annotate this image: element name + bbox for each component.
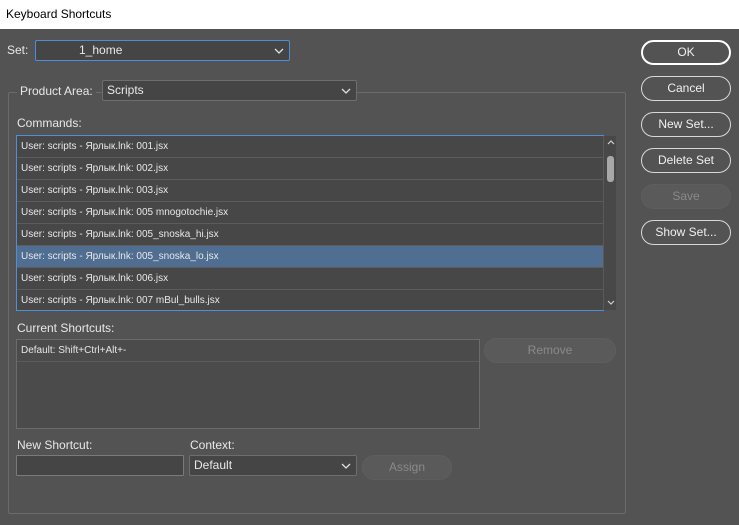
product-area-label: Product Area:	[17, 84, 96, 98]
current-shortcuts-label: Current Shortcuts:	[17, 321, 115, 335]
commands-label: Commands:	[17, 116, 82, 130]
set-label: Set:	[7, 43, 29, 57]
set-dropdown[interactable]: 1_home	[35, 40, 290, 61]
new-set-button[interactable]: New Set...	[641, 112, 731, 137]
context-dropdown[interactable]: Default	[189, 455, 357, 476]
remove-button[interactable]: Remove	[484, 338, 616, 363]
product-area-dropdown[interactable]: Scripts	[102, 80, 357, 101]
chevron-down-icon	[341, 463, 351, 469]
window-title: Keyboard Shortcuts	[0, 0, 739, 29]
scroll-down-icon[interactable]	[607, 300, 615, 306]
command-item[interactable]: User: scripts - Ярлык.lnk: 007 mBul_bull…	[17, 290, 603, 310]
scroll-up-icon[interactable]	[607, 139, 615, 145]
command-item[interactable]: User: scripts - Ярлык.lnk: 003.jsx	[17, 180, 603, 202]
commands-list[interactable]: User: scripts - Ярлык.lnk: 001.jsx User:…	[16, 135, 604, 311]
scrollbar-thumb[interactable]	[607, 156, 614, 182]
command-item[interactable]: User: scripts - Ярлык.lnk: 005 mnogotoch…	[17, 202, 603, 224]
command-item[interactable]: User: scripts - Ярлык.lnk: 006.jsx	[17, 268, 603, 290]
current-shortcuts-list[interactable]: Default: Shift+Ctrl+Alt+-	[16, 339, 480, 429]
set-value: 1_home	[79, 43, 123, 57]
command-item[interactable]: User: scripts - Ярлык.lnk: 005_snoska_hi…	[17, 224, 603, 246]
command-item[interactable]: User: scripts - Ярлык.lnk: 001.jsx	[17, 136, 603, 158]
show-set-button[interactable]: Show Set...	[641, 220, 731, 245]
assign-button[interactable]: Assign	[362, 455, 452, 480]
chevron-down-icon	[341, 88, 351, 94]
command-item[interactable]: User: scripts - Ярлык.lnk: 002.jsx	[17, 158, 603, 180]
delete-set-button[interactable]: Delete Set	[641, 148, 731, 173]
shortcut-item[interactable]: Default: Shift+Ctrl+Alt+-	[17, 340, 479, 362]
product-area-value: Scripts	[107, 83, 144, 97]
ok-button[interactable]: OK	[641, 40, 731, 65]
new-shortcut-label: New Shortcut:	[17, 438, 93, 452]
commands-scrollbar[interactable]	[603, 136, 616, 310]
chevron-down-icon	[274, 48, 284, 54]
context-value: Default	[194, 458, 233, 472]
command-item-selected[interactable]: User: scripts - Ярлык.lnk: 005_snoska_lo…	[17, 246, 603, 268]
new-shortcut-field[interactable]	[16, 455, 184, 476]
context-label: Context:	[190, 438, 235, 452]
save-button[interactable]: Save	[641, 184, 731, 209]
cancel-button[interactable]: Cancel	[641, 76, 731, 101]
